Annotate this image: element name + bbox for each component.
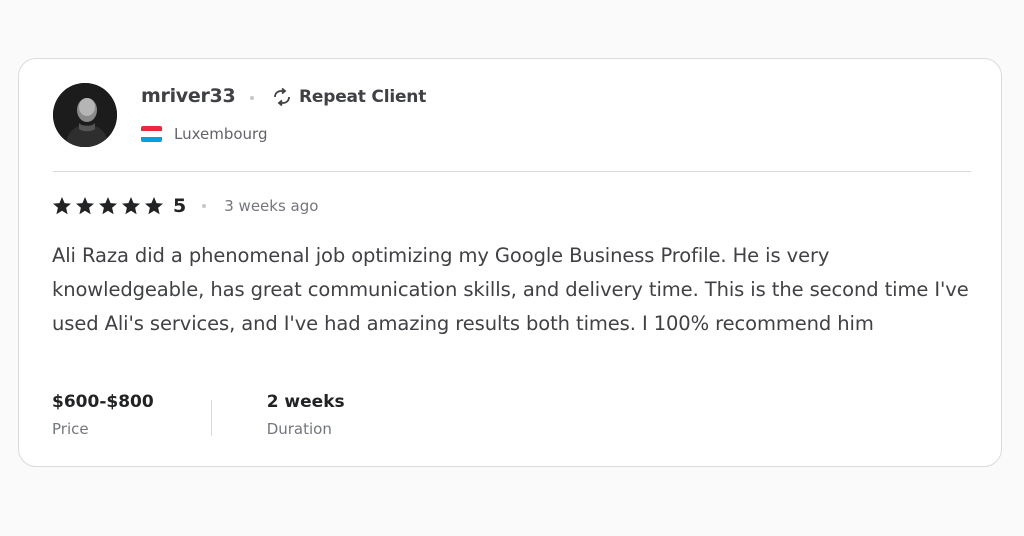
details-divider: [210, 400, 212, 436]
repeat-client-label: Repeat Client: [299, 87, 427, 107]
price-value: $600-$800: [52, 392, 154, 412]
separator-dot: [250, 96, 254, 100]
star-icon: [145, 197, 163, 215]
repeat-client-badge: Repeat Client: [271, 87, 426, 107]
star-icon: [122, 197, 140, 215]
star-icon: [99, 197, 117, 215]
price-block: $600-$800 Price: [52, 392, 154, 438]
rating-row: 5 3 weeks ago: [52, 195, 318, 217]
duration-block: 2 weeks Duration: [267, 392, 345, 438]
reviewer-username[interactable]: mriver33: [141, 85, 236, 107]
price-label: Price: [52, 420, 89, 438]
review-text: Ali Raza did a phenomenal job optimizing…: [52, 244, 969, 335]
repeat-icon: [274, 88, 290, 106]
rating-score: 5: [173, 195, 187, 217]
luxembourg-flag-icon: [141, 126, 162, 142]
avatar[interactable]: [53, 83, 117, 147]
star-icon: [53, 197, 71, 215]
page: mriver33 Repeat Client Luxembourg 5 3 we…: [0, 0, 1024, 536]
duration-value: 2 weeks: [266, 392, 345, 412]
country-label: Luxembourg: [174, 125, 268, 143]
reviewer-country: Luxembourg: [141, 125, 268, 143]
star-icon: [76, 197, 94, 215]
star-rating: [52, 196, 164, 216]
order-details: $600-$800 Price 2 weeks Duration: [52, 392, 345, 438]
header-divider: [53, 171, 971, 172]
separator-dot: [202, 204, 207, 208]
duration-label: Duration: [266, 420, 332, 438]
review-card: mriver33 Repeat Client Luxembourg 5 3 we…: [18, 58, 1002, 467]
review-time: 3 weeks ago: [224, 197, 319, 215]
user-avatar-icon: [53, 83, 117, 147]
